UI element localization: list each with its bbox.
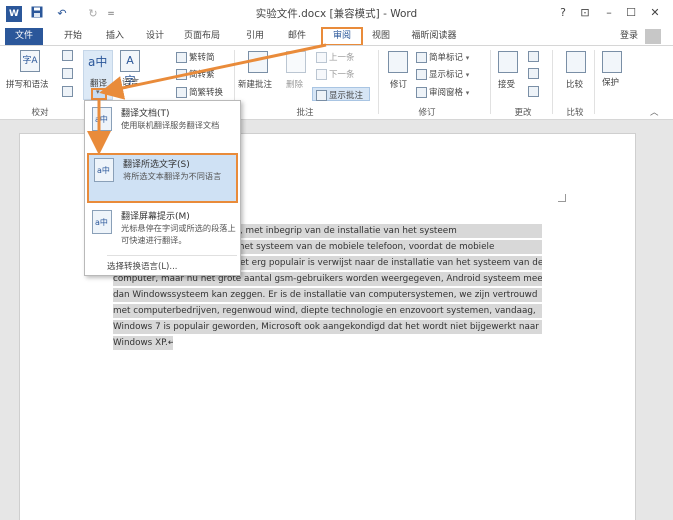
group-label-proofing: 校对 [31, 108, 49, 118]
tab-mailings[interactable]: 邮件 [282, 28, 312, 45]
document-line[interactable]: latie van het systeem van de mobiele tel… [198, 240, 542, 254]
language-button[interactable]: 语言 [122, 76, 139, 88]
reject-icon[interactable] [528, 51, 541, 62]
compare-button[interactable]: 比较 [566, 78, 583, 90]
document-line[interactable]: dan Windowssysteem kan zeggen. Er is de … [113, 288, 542, 302]
previous-comment-button[interactable]: 上一条 [316, 51, 355, 63]
new-comment-button[interactable]: 新建批注 [238, 78, 272, 90]
word-count-icon[interactable] [62, 68, 75, 79]
maximize-icon[interactable]: ☐ [624, 5, 638, 21]
collapse-ribbon-icon[interactable]: ︿ [650, 106, 659, 118]
group-separator [378, 50, 379, 114]
margin-corner-mark [558, 194, 566, 202]
menu-item-description: 光标悬停在字词或所选的段落上可快速进行翻译。 [121, 223, 236, 245]
previous-change-icon[interactable] [528, 68, 541, 79]
show-comments-button[interactable]: 显示批注 [312, 87, 370, 101]
translate-icon: a中 [88, 55, 108, 69]
menu-item-description: 将所选文本翻译为不同语言 [123, 171, 222, 181]
translate-menu: a中 翻译文档(T) 使用联机翻译服务翻译文档 a中 翻译所选文字(S) 将所选… [84, 100, 241, 276]
document-line[interactable]: met computerbedrijven, regenwoud wind, d… [113, 304, 542, 318]
help-icon[interactable]: ? [556, 5, 570, 21]
translate-selection-icon: a中 [94, 158, 114, 182]
ribbon-tabs: 文件 开始 插入 设计 页面布局 引用 邮件 审阅 视图 福昕阅读器 登录 [0, 27, 673, 46]
show-markup-button[interactable]: 显示标记 ▾ [416, 68, 469, 80]
next-comment-button[interactable]: 下一条 [316, 68, 355, 80]
tab-foxit-reader[interactable]: 福昕阅读器 [404, 28, 464, 45]
menu-item-title: 翻译文档(T) [121, 109, 170, 119]
reviewing-pane-button[interactable]: 审阅窗格 ▾ [416, 86, 469, 98]
tab-design[interactable]: 设计 [140, 28, 170, 45]
spelling-grammar-icon: 字A [20, 50, 40, 72]
avatar[interactable] [645, 29, 661, 44]
tab-references[interactable]: 引用 [240, 28, 270, 45]
convert-icon [176, 69, 187, 80]
convert-icon [176, 87, 187, 98]
group-separator [594, 50, 595, 114]
tab-layout[interactable]: 页面布局 [180, 28, 224, 45]
compare-icon [566, 51, 586, 73]
tab-view[interactable]: 视图 [366, 28, 396, 45]
simp-to-trad-button[interactable]: 简转繁 [176, 68, 215, 80]
language-icon: A字 [120, 50, 140, 87]
protect-icon [602, 51, 622, 73]
chinese-conversion-button[interactable]: 简繁转换 [176, 86, 223, 98]
new-comment-icon [248, 51, 268, 73]
convert-icon [176, 52, 187, 63]
document-line[interactable]: Windows XP.↵ [113, 336, 173, 350]
accept-button[interactable]: 接受 [498, 78, 515, 90]
menu-item-description: 使用联机翻译服务翻译文档 [121, 120, 220, 130]
menu-item-title: 翻译屏幕提示(M) [121, 212, 190, 222]
menu-item-mini-translator[interactable]: a中 翻译屏幕提示(M) 光标悬停在字词或所选的段落上可快速进行翻译。 [87, 207, 238, 253]
menu-item-translate-selection[interactable]: a中 翻译所选文字(S) 将所选文本翻译为不同语言 [87, 153, 238, 203]
document-line[interactable]: et erg populair is verwijst naar de inst… [240, 256, 542, 270]
ribbon-display-options-icon[interactable]: ⊡ [578, 5, 592, 21]
menu-item-title: 翻译所选文字(S) [123, 160, 190, 170]
track-changes-button[interactable]: 修订 [390, 78, 407, 90]
translate-dropdown-arrow[interactable]: ▾ [91, 88, 107, 100]
track-changes-icon [388, 51, 408, 73]
trad-to-simp-button[interactable]: 繁转简 [176, 51, 215, 63]
menu-item-translate-document[interactable]: a中 翻译文档(T) 使用联机翻译服务翻译文档 [87, 104, 238, 150]
group-separator [552, 50, 553, 114]
tab-home[interactable]: 开始 [58, 28, 88, 45]
group-separator [490, 50, 491, 114]
tab-file[interactable]: 文件 [5, 28, 43, 45]
next-change-icon[interactable] [528, 86, 541, 97]
mini-translator-icon: a中 [92, 210, 112, 234]
group-label-comments: 批注 [296, 108, 314, 118]
menu-separator [107, 255, 237, 256]
translate-document-icon: a中 [92, 107, 112, 131]
minimize-icon[interactable]: – [602, 5, 616, 21]
delete-comment-button[interactable]: 删除 [286, 78, 303, 90]
delete-comment-icon [286, 51, 306, 73]
group-label-compare: 比较 [566, 108, 584, 118]
window-title: 实验文件.docx [兼容模式] - Word [255, 8, 418, 20]
tab-insert[interactable]: 插入 [100, 28, 130, 45]
spelling-grammar-button[interactable]: 拼写和语法 [6, 78, 49, 90]
menu-item-choose-language[interactable]: 选择转换语言(L)... [107, 260, 177, 272]
group-label-tracking: 修订 [418, 108, 436, 118]
tab-review[interactable]: 审阅 [323, 28, 361, 45]
group-label-changes: 更改 [514, 108, 532, 118]
define-icon[interactable] [62, 86, 75, 97]
accept-icon [498, 51, 518, 73]
document-line[interactable]: Windows 7 is populair geworden, Microsof… [113, 320, 542, 334]
protect-button[interactable]: 保护 [602, 76, 619, 88]
title-bar: W ↶ ↻ = 实验文件.docx [兼容模式] - Word ? ⊡ – ☐ … [0, 0, 673, 28]
markup-select[interactable]: 简单标记 ▾ [416, 51, 469, 63]
thesaurus-icon[interactable] [62, 50, 75, 61]
close-icon[interactable]: ✕ [648, 5, 662, 21]
sign-in-link[interactable]: 登录 [620, 28, 638, 45]
